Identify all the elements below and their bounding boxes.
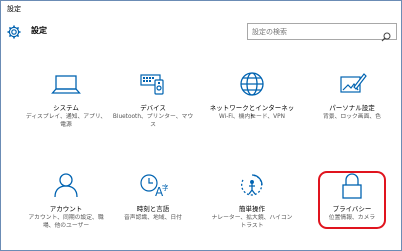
- tile-description: 音声認識、地域、日付: [124, 215, 182, 221]
- ease-of-access-icon: [209, 170, 295, 202]
- search-icon[interactable]: [381, 27, 391, 42]
- tile-ease-of-access[interactable]: 簡単操作 ナレーター、拡大鏡、ハイコントラスト: [209, 170, 295, 238]
- tile-description: ディスプレイ、通知、アプリ、電源: [25, 114, 107, 128]
- tile-label: システム: [53, 104, 79, 112]
- tile-label: 時刻と言語: [136, 205, 170, 213]
- window-title: 設定: [7, 5, 21, 13]
- tile-label: アカウント: [49, 205, 83, 213]
- time-language-icon: A 字: [110, 170, 196, 202]
- devices-icon: [110, 69, 196, 101]
- tile-label: 簡単操作: [239, 205, 265, 213]
- tile-description: 背景、ロック画面、色: [323, 114, 381, 120]
- svg-text:字: 字: [162, 183, 168, 192]
- person-icon: [23, 170, 109, 202]
- gear-icon: [7, 24, 21, 39]
- tile-description: Wi-Fi、機内モード、VPN: [219, 114, 285, 120]
- tile-personalization[interactable]: パーソナル設定 背景、ロック画面、色: [309, 69, 395, 137]
- tile-label: デバイス: [140, 104, 166, 112]
- privacy-highlight-box: [318, 171, 386, 229]
- tile-label: パーソナル設定: [329, 104, 375, 112]
- laptop-icon: [23, 69, 109, 101]
- tile-devices[interactable]: デバイス Bluetooth、プリンター、マウス: [110, 69, 196, 137]
- tile-time-language[interactable]: A 字 時刻と言語 音声認識、地域、日付: [110, 170, 196, 238]
- tile-network[interactable]: ネットワークとインターネット Wi-Fi、機内モード、VPN: [209, 69, 295, 137]
- settings-window: 設定 設定 設定の検索 システム ディスプレイ、通知、アプリ、電源 デバイス B…: [0, 0, 402, 251]
- search-box[interactable]: [247, 23, 397, 42]
- tile-accounts[interactable]: アカウント アカウント、同期の設定、職場、他のユーザー: [23, 170, 109, 238]
- personalization-icon: [309, 69, 395, 101]
- search-input[interactable]: [252, 24, 372, 39]
- tile-description: アカウント、同期の設定、職場、他のユーザー: [28, 215, 104, 229]
- tile-description: Bluetooth、プリンター、マウス: [112, 114, 194, 128]
- globe-icon: [209, 69, 295, 101]
- tile-system[interactable]: システム ディスプレイ、通知、アプリ、電源: [23, 69, 109, 137]
- tile-description: ナレーター、拡大鏡、ハイコントラスト: [211, 215, 293, 229]
- title-bar[interactable]: 設定: [1, 1, 401, 18]
- app-header: 設定: [1, 18, 401, 46]
- page-title: 設定: [31, 26, 47, 35]
